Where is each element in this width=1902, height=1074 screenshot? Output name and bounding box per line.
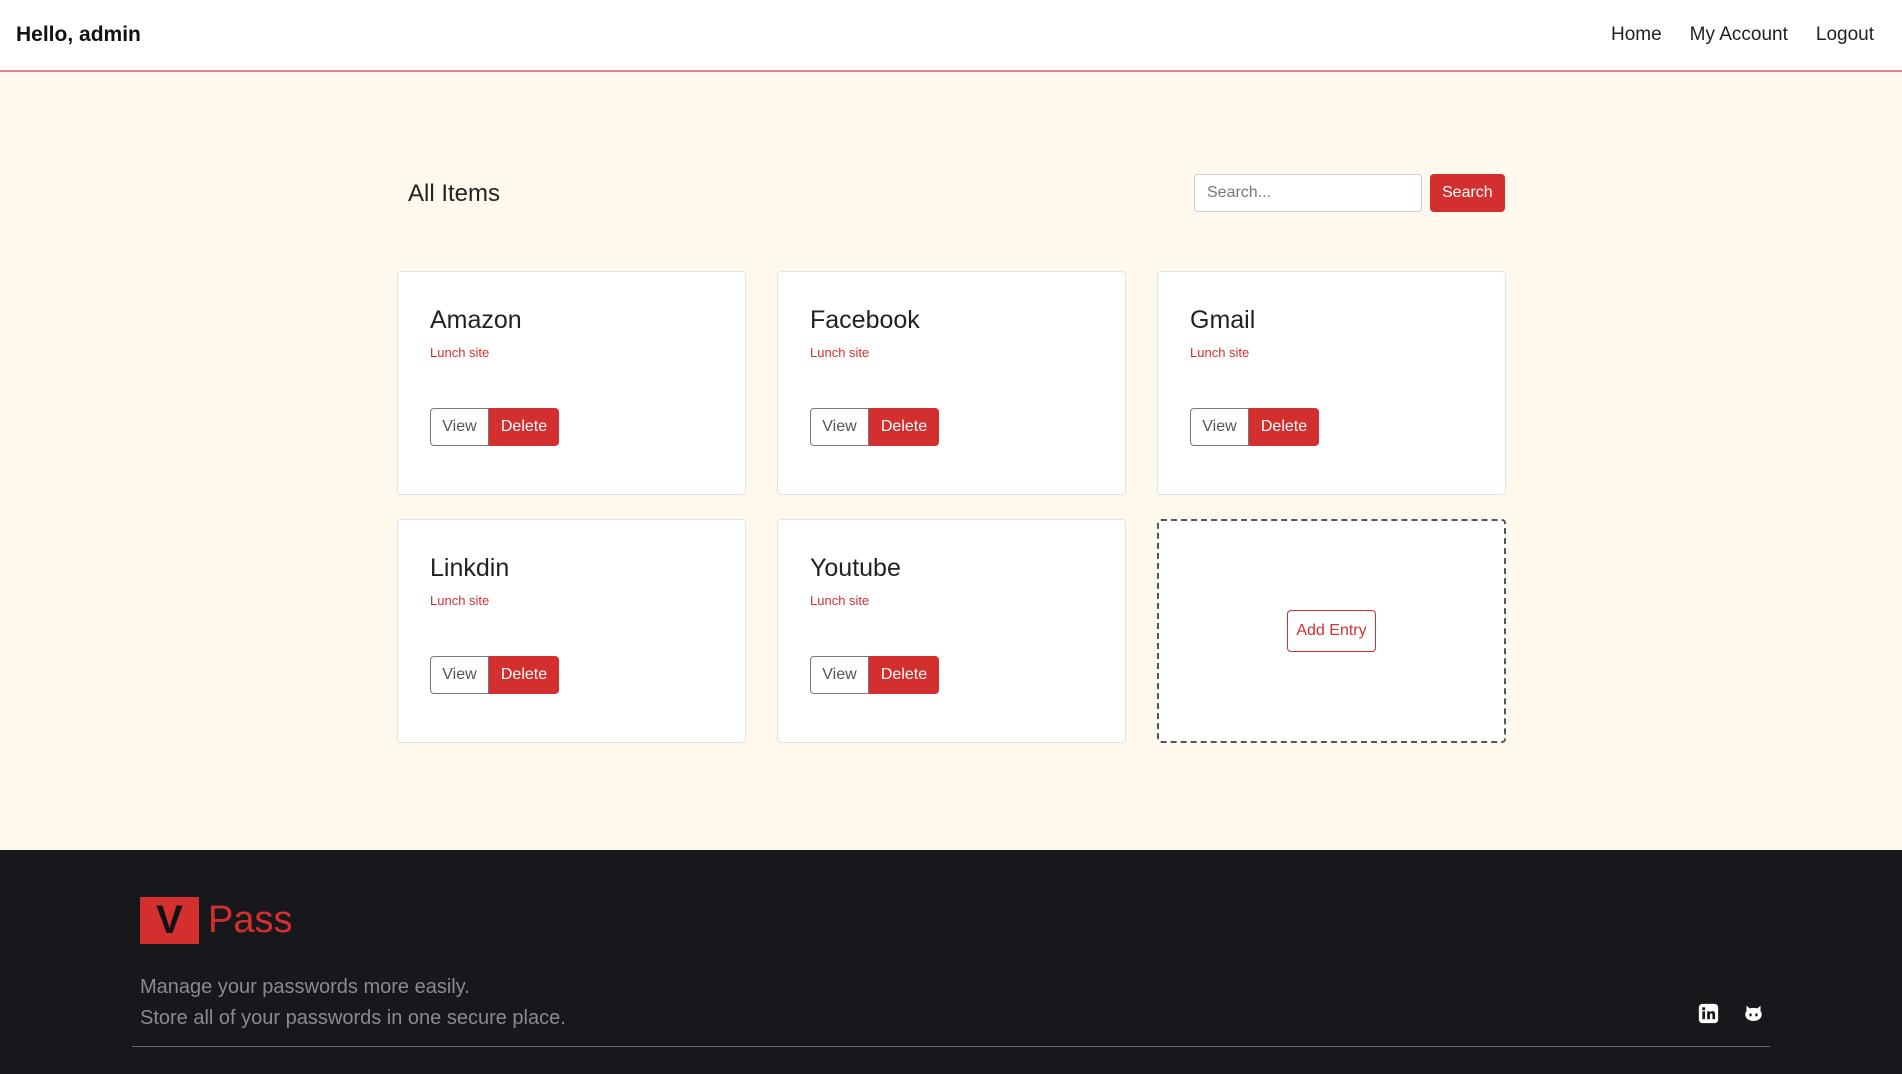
item-subtitle: Lunch site: [810, 593, 870, 608]
nav-link-my-account[interactable]: My Account: [1690, 24, 1788, 46]
search-button[interactable]: Search: [1430, 174, 1505, 212]
search-bar: Search: [1194, 174, 1505, 212]
github-icon[interactable]: [1743, 1003, 1764, 1024]
item-actions: View Delete: [430, 408, 559, 446]
social-links: [1698, 1003, 1764, 1024]
item-title: Gmail: [1190, 306, 1256, 334]
item-card: Facebook Lunch site View Delete: [777, 271, 1126, 495]
page-title: All Items: [408, 180, 501, 207]
item-card: Linkdin Lunch site View Delete: [397, 519, 746, 743]
item-card: Youtube Lunch site View Delete: [777, 519, 1126, 743]
logo: V Pass: [140, 897, 292, 944]
view-button[interactable]: View: [1190, 408, 1249, 446]
item-subtitle: Lunch site: [430, 345, 490, 360]
items-grid: Amazon Lunch site View Delete Facebook L…: [397, 271, 1506, 743]
item-actions: View Delete: [810, 408, 939, 446]
delete-button[interactable]: Delete: [869, 408, 939, 446]
item-title: Youtube: [810, 554, 901, 582]
item-subtitle: Lunch site: [1190, 345, 1250, 360]
delete-button[interactable]: Delete: [869, 656, 939, 694]
logo-mark: V: [140, 897, 199, 944]
item-title: Facebook: [810, 306, 920, 334]
logo-text: Pass: [208, 899, 293, 941]
delete-button[interactable]: Delete: [1249, 408, 1319, 446]
search-input[interactable]: [1194, 174, 1422, 212]
footer: V Pass Manage your passwords more easily…: [0, 850, 1902, 1074]
item-card: Gmail Lunch site View Delete: [1157, 271, 1506, 495]
item-subtitle: Lunch site: [810, 345, 870, 360]
view-button[interactable]: View: [810, 656, 869, 694]
nav-link-logout[interactable]: Logout: [1816, 24, 1874, 46]
item-actions: View Delete: [810, 656, 939, 694]
item-subtitle: Lunch site: [430, 593, 490, 608]
footer-divider: [132, 1046, 1770, 1047]
greeting: Hello, admin: [16, 23, 141, 46]
nav-links: Home My Account Logout: [1611, 24, 1874, 46]
navbar: Hello, admin Home My Account Logout: [0, 0, 1902, 72]
tagline-line-2: Store all of your passwords in one secur…: [140, 1007, 566, 1029]
item-actions: View Delete: [1190, 408, 1319, 446]
delete-button[interactable]: Delete: [489, 408, 559, 446]
view-button[interactable]: View: [430, 656, 489, 694]
tagline: Manage your passwords more easily. Store…: [140, 972, 566, 1034]
nav-link-home[interactable]: Home: [1611, 24, 1662, 46]
item-actions: View Delete: [430, 656, 559, 694]
main-content: All Items Search Amazon Lunch site View …: [0, 72, 1902, 850]
add-entry-card[interactable]: Add Entry: [1157, 519, 1506, 743]
tagline-line-1: Manage your passwords more easily.: [140, 976, 470, 998]
view-button[interactable]: View: [810, 408, 869, 446]
item-card: Amazon Lunch site View Delete: [397, 271, 746, 495]
view-button[interactable]: View: [430, 408, 489, 446]
linkedin-icon[interactable]: [1698, 1003, 1719, 1024]
item-title: Linkdin: [430, 554, 510, 582]
delete-button[interactable]: Delete: [489, 656, 559, 694]
item-title: Amazon: [430, 306, 522, 334]
add-entry-button[interactable]: Add Entry: [1287, 610, 1376, 652]
